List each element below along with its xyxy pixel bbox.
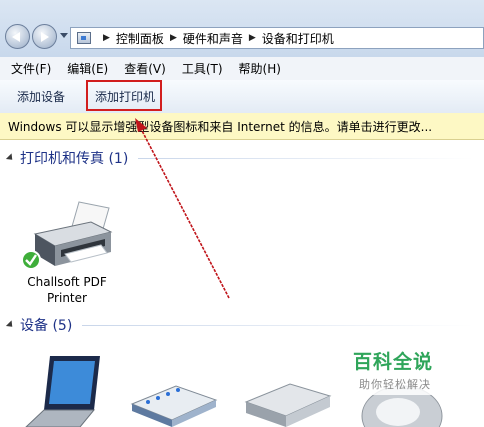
recent-pages-dropdown[interactable] [60, 33, 68, 38]
printer-label[interactable]: Challsoft PDF Printer [10, 274, 124, 306]
command-bar: 添加设备 添加打印机 [0, 80, 484, 114]
printer-name-line2: Printer [47, 291, 87, 305]
group-title: 设备 (5) [20, 318, 73, 334]
collapse-triangle-icon[interactable] [5, 153, 16, 163]
chevron-right-icon[interactable]: ▶ [103, 33, 110, 43]
menu-edit[interactable]: 编辑(E) [67, 60, 108, 77]
forward-arrow-icon [41, 32, 49, 42]
forward-button[interactable] [32, 24, 57, 49]
info-bar[interactable]: Windows 可以显示增强型设备图标和来自 Internet 的信息。请单击进… [0, 113, 484, 140]
breadcrumb-item[interactable]: 控制面板 [116, 30, 164, 47]
add-device-button[interactable]: 添加设备 [17, 88, 65, 105]
green-check-icon [21, 250, 41, 270]
printers-group-header[interactable]: 打印机和传真 (1) [0, 147, 484, 169]
devices-group-header[interactable]: 设备 (5) [0, 314, 484, 336]
breadcrumb-item[interactable]: 硬件和声音 [183, 30, 243, 47]
back-button[interactable] [5, 24, 30, 49]
control-panel-icon [77, 32, 91, 44]
watermark-subtitle: 助你轻松解决 [359, 378, 431, 391]
menu-tools[interactable]: 工具(T) [182, 60, 223, 77]
menu-help[interactable]: 帮助(H) [239, 60, 281, 77]
chevron-right-icon[interactable]: ▶ [249, 33, 256, 43]
divider [82, 324, 474, 326]
add-printer-highlight [86, 80, 162, 111]
collapse-triangle-icon[interactable] [5, 320, 16, 330]
hard-drive-icon[interactable] [240, 378, 332, 427]
watermark: 百科全说 助你轻松解决 [343, 343, 451, 395]
chevron-right-icon[interactable]: ▶ [170, 33, 177, 43]
address-bar: ▶ 控制面板 ▶ 硬件和声音 ▶ 设备和打印机 [0, 0, 484, 58]
back-arrow-icon [12, 32, 20, 42]
laptop-icon[interactable] [24, 352, 102, 427]
watermark-title: 百科全说 [353, 351, 434, 373]
router-icon[interactable] [128, 380, 218, 427]
divider [138, 157, 474, 159]
printer-icon[interactable] [21, 200, 117, 272]
printer-name-line1: Challsoft PDF [27, 275, 107, 289]
menu-file[interactable]: 文件(F) [11, 60, 51, 77]
menu-view[interactable]: 查看(V) [124, 60, 166, 77]
breadcrumb-item[interactable]: 设备和打印机 [262, 30, 334, 47]
group-title: 打印机和传真 (1) [20, 151, 129, 167]
menu-bar: 文件(F) 编辑(E) 查看(V) 工具(T) 帮助(H) [0, 57, 484, 81]
breadcrumb[interactable]: ▶ 控制面板 ▶ 硬件和声音 ▶ 设备和打印机 [70, 27, 484, 49]
info-bar-text[interactable]: Windows 可以显示增强型设备图标和来自 Internet 的信息。请单击进… [8, 118, 432, 135]
